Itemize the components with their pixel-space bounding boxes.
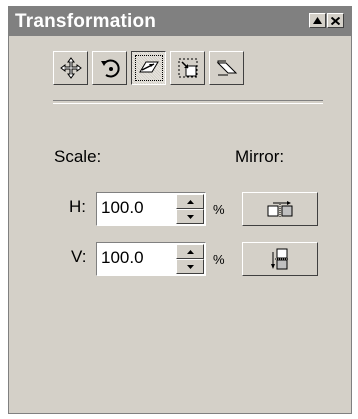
size-icon [178,58,197,78]
arrow-down-icon [186,264,194,269]
v-scale-spin-buttons [176,244,204,274]
mirror-horizontal-icon [267,201,293,217]
h-scale-down-button[interactable] [176,209,204,224]
maximize-icon [313,17,322,24]
h-scale-spin-buttons [176,194,204,224]
v-scale-spinbox[interactable] [96,242,206,276]
mirror-label: Mirror: [235,147,285,166]
move-arrows-icon [59,57,82,79]
focus-rect [134,55,163,81]
close-button[interactable] [327,13,344,28]
transformation-docker: Transformation Scale: Mirror: H: 100.0 %… [8,6,352,414]
mirror-vertical-button[interactable] [242,242,318,276]
rotate-tool-button[interactable] [92,51,127,85]
mirror-horizontal-button[interactable] [242,192,318,226]
skew-icon [216,60,237,76]
title-bar[interactable]: Transformation [9,7,351,36]
window-title: Transformation [15,11,157,32]
h-scale-input[interactable] [99,195,173,221]
skew-tool-button[interactable] [209,51,244,85]
rotate-icon [100,59,120,78]
scale-mirror-tool-button[interactable] [131,51,166,85]
transform-toolbar [53,51,244,85]
h-label: H: [69,197,86,216]
size-tool-button[interactable] [170,51,205,85]
arrow-up-icon [186,199,194,204]
scale-icon [138,61,159,73]
h-scale-up-button[interactable] [176,194,204,209]
scale-label: Scale: [54,147,102,166]
h-unit-label: % [213,202,225,217]
v-scale-down-button[interactable] [176,259,204,274]
close-icon [331,16,340,25]
docker-content: Scale: Mirror: H: % V: [16,42,344,406]
position-tool-button[interactable] [53,51,88,85]
v-scale-up-button[interactable] [176,244,204,259]
maximize-button[interactable] [309,13,326,28]
v-unit-label: % [213,252,225,267]
v-label: V: [71,247,87,266]
arrow-up-icon [186,249,194,254]
v-scale-input[interactable] [99,245,173,271]
mirror-vertical-icon [271,248,289,270]
h-scale-spinbox[interactable] [96,192,206,226]
toolbar-separator [53,100,323,104]
arrow-down-icon [186,214,194,219]
